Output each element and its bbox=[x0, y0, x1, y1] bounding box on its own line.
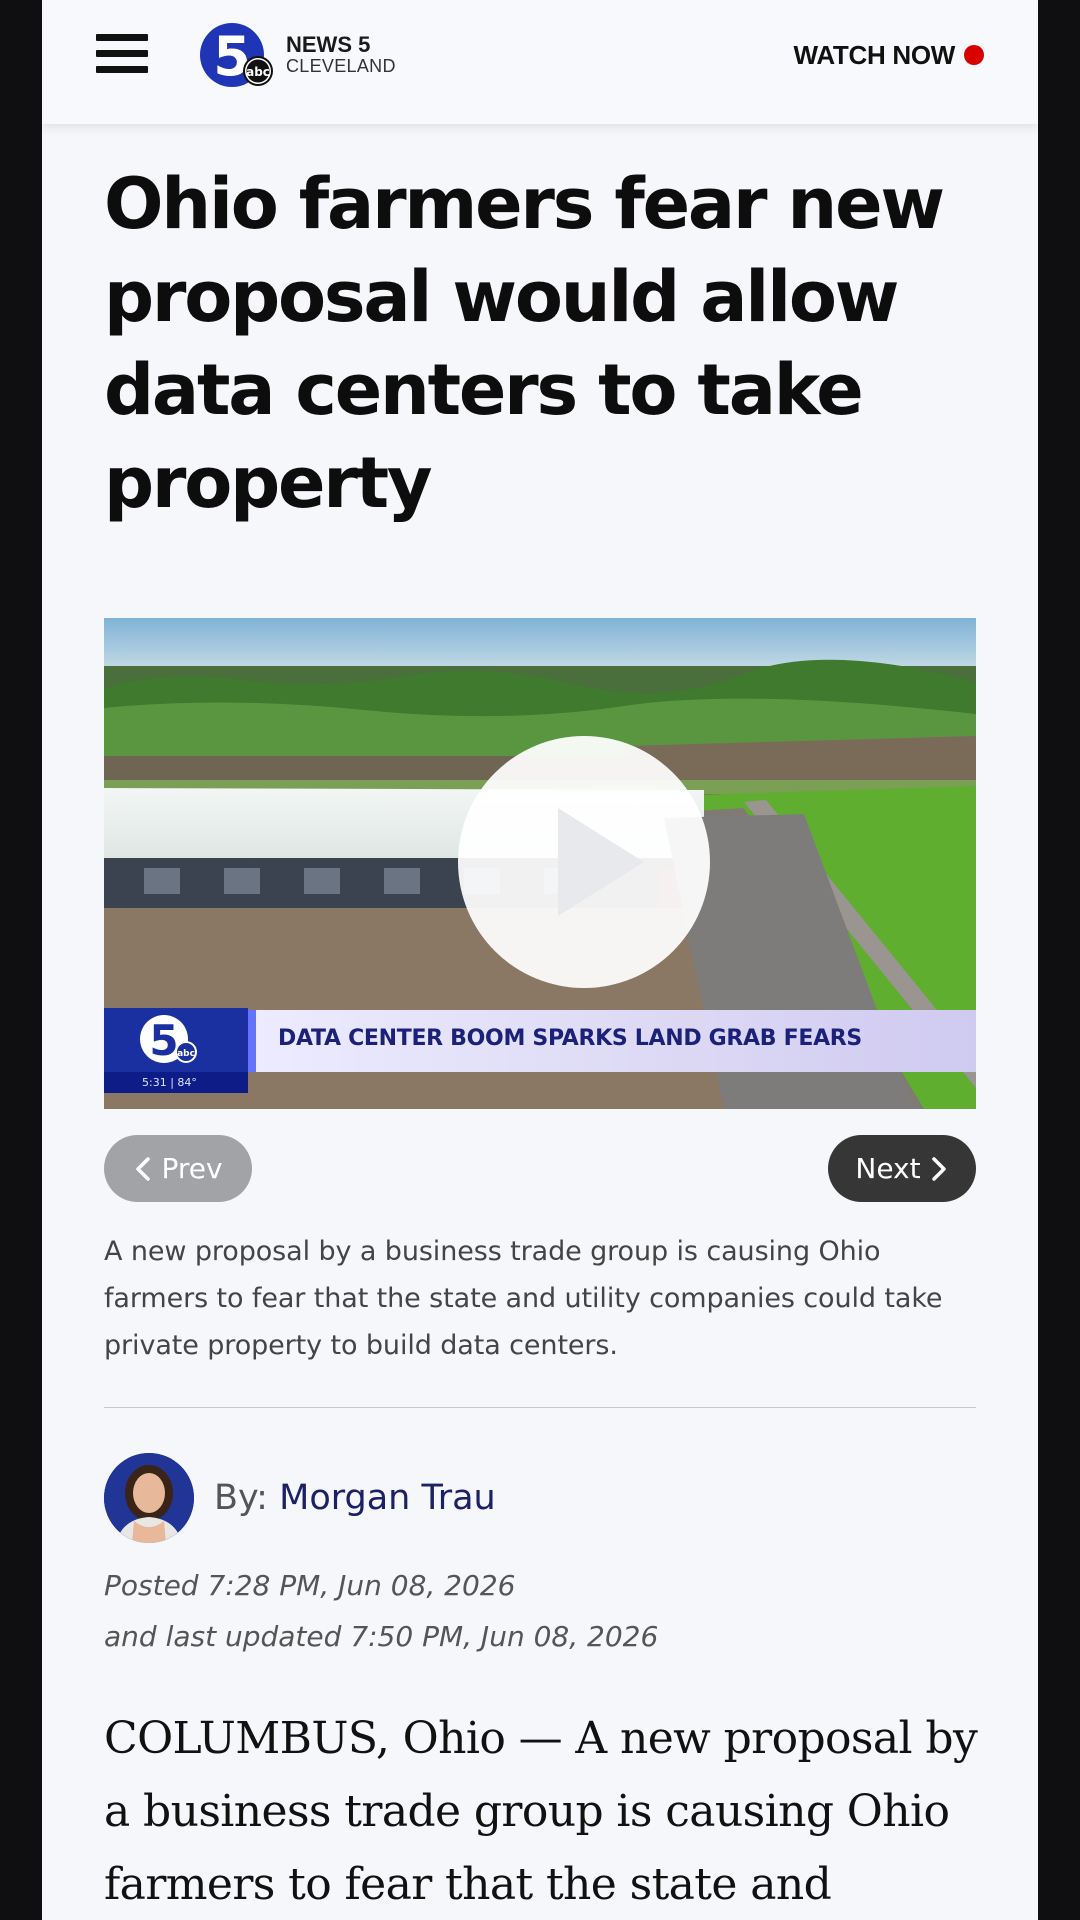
video-lower-third: 5 abc DATA CENTER BOOM SPARKS LAND GRAB … bbox=[104, 1008, 976, 1109]
video-caption: A new proposal by a business trade group… bbox=[104, 1236, 943, 1361]
lower-third-headline: DATA CENTER BOOM SPARKS LAND GRAB FEARS bbox=[278, 1026, 862, 1051]
article-headline: Ohio farmers fear new proposal would all… bbox=[104, 163, 945, 524]
author-link[interactable]: Morgan Trau bbox=[279, 1478, 496, 1518]
updated-date: and last updated 7:50 PM, Jun 08, 2026 bbox=[104, 1620, 659, 1653]
play-button[interactable] bbox=[458, 736, 710, 988]
watch-now-button[interactable]: WATCH NOW bbox=[794, 40, 984, 70]
abc5-logo-mark: 5 abc bbox=[200, 23, 273, 88]
article-page: 5 abc NEWS 5 CLEVELAND WATCH NOW Ohio fa… bbox=[42, 0, 1038, 1920]
divider bbox=[104, 1407, 976, 1408]
logo-title: NEWS 5 bbox=[286, 32, 371, 57]
prev-label: Prev bbox=[161, 1152, 223, 1185]
chevron-left-icon bbox=[136, 1156, 151, 1181]
svg-text:abc: abc bbox=[177, 1049, 195, 1059]
chevron-right-icon bbox=[931, 1156, 946, 1181]
byline-prefix: By: bbox=[214, 1478, 268, 1518]
play-icon bbox=[558, 808, 644, 916]
posted-date: Posted 7:28 PM, Jun 08, 2026 bbox=[104, 1569, 516, 1602]
menu-icon[interactable] bbox=[96, 34, 148, 74]
abc5-logo-mark: 5 abc bbox=[140, 1015, 197, 1065]
next-button[interactable]: Next bbox=[828, 1135, 976, 1202]
watch-now-label: WATCH NOW bbox=[793, 39, 956, 70]
live-dot-icon bbox=[964, 45, 984, 65]
svg-text:5: 5 bbox=[149, 1016, 178, 1065]
site-header: 5 abc NEWS 5 CLEVELAND WATCH NOW bbox=[42, 0, 1038, 124]
logo-subtitle: CLEVELAND bbox=[286, 56, 396, 76]
author-avatar[interactable] bbox=[104, 1453, 194, 1543]
lower-third-time-temp: 5:31 | 84° bbox=[104, 1072, 248, 1093]
svg-text:abc: abc bbox=[246, 65, 270, 79]
next-label: Next bbox=[855, 1152, 921, 1185]
prev-button[interactable]: Prev bbox=[104, 1135, 252, 1202]
lower-third-banner: DATA CENTER BOOM SPARKS LAND GRAB FEARS bbox=[248, 1010, 976, 1072]
article-body-lead: COLUMBUS, Ohio — A new proposal by a bus… bbox=[104, 1713, 978, 1910]
byline: By: Morgan Trau bbox=[214, 1478, 496, 1518]
news5-logo[interactable]: 5 abc NEWS 5 CLEVELAND bbox=[198, 22, 418, 88]
post-timestamps: Posted 7:28 PM, Jun 08, 2026 and last up… bbox=[104, 1560, 984, 1662]
video-player[interactable]: 5 abc DATA CENTER BOOM SPARKS LAND GRAB … bbox=[104, 618, 976, 1109]
